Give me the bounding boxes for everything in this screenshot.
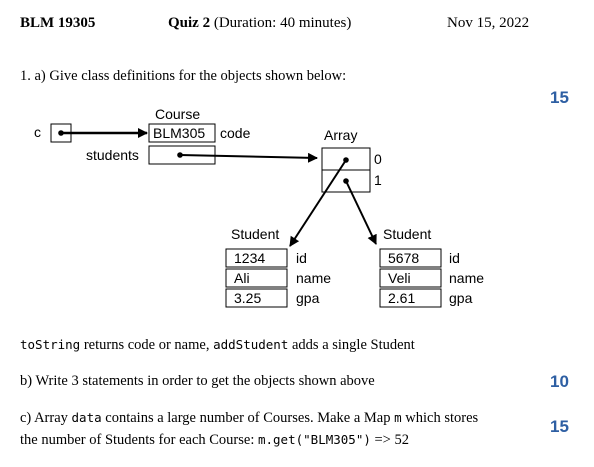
object-diagram: c Course BLM305 code students Array 0 1 … bbox=[34, 106, 484, 308]
arrow-students-to-array bbox=[179, 152, 318, 163]
tostring-code: toString bbox=[20, 337, 81, 352]
student2-name: Veli bbox=[388, 270, 411, 286]
student1-label: Student bbox=[231, 226, 279, 242]
question-c-code-m: m bbox=[394, 410, 402, 425]
question-c-text2: contains a large number of Courses. Make… bbox=[101, 410, 395, 426]
method-notes: toString returns code or name, addStuden… bbox=[20, 337, 415, 354]
tostring-text: returns code or name, bbox=[80, 337, 214, 353]
arrow-array0-to-student1 bbox=[289, 159, 347, 247]
question-c-text1: c) Array bbox=[20, 410, 72, 426]
course-code-value: BLM305 bbox=[153, 125, 205, 141]
course-students-field: students bbox=[86, 147, 139, 163]
student1-field-gpa: gpa bbox=[296, 290, 320, 306]
question-c-line2-end: => 52 bbox=[370, 432, 409, 448]
question-c-line1: c) Array data contains a large number of… bbox=[20, 410, 478, 427]
student2-field-name: name bbox=[449, 270, 484, 286]
student2-gpa: 2.61 bbox=[388, 290, 415, 306]
course-label: Course bbox=[155, 106, 200, 122]
student1-field-id: id bbox=[296, 250, 307, 266]
question-c-code-data: data bbox=[71, 410, 102, 425]
student1-name: Ali bbox=[234, 270, 250, 286]
student1-id: 1234 bbox=[234, 250, 265, 266]
question-c-line2-text: the number of Students for each Course: bbox=[20, 432, 258, 448]
student1-gpa: 3.25 bbox=[234, 290, 261, 306]
arrow-array1-to-student2 bbox=[345, 180, 377, 245]
array-label: Array bbox=[324, 127, 357, 143]
addstudent-text: adds a single Student bbox=[288, 337, 415, 353]
student2-label: Student bbox=[383, 226, 431, 242]
array-index-1: 1 bbox=[374, 172, 382, 188]
question-c-points: 15 bbox=[550, 417, 569, 436]
var-c-label: c bbox=[34, 124, 41, 140]
course-code-field: code bbox=[220, 125, 251, 141]
question-c-text3: which stores bbox=[401, 410, 479, 426]
addstudent-code: addStudent bbox=[213, 337, 289, 352]
question-b-points: 10 bbox=[550, 372, 569, 391]
student2-id: 5678 bbox=[388, 250, 419, 266]
question-c-code-get: m.get("BLM305") bbox=[257, 432, 371, 447]
question-c-line2: the number of Students for each Course: … bbox=[20, 432, 409, 449]
student1-field-name: name bbox=[296, 270, 331, 286]
student2-field-gpa: gpa bbox=[449, 290, 473, 306]
student2-field-id: id bbox=[449, 250, 460, 266]
question-b-text: b) Write 3 statements in order to get th… bbox=[20, 373, 375, 389]
array-index-0: 0 bbox=[374, 151, 382, 167]
